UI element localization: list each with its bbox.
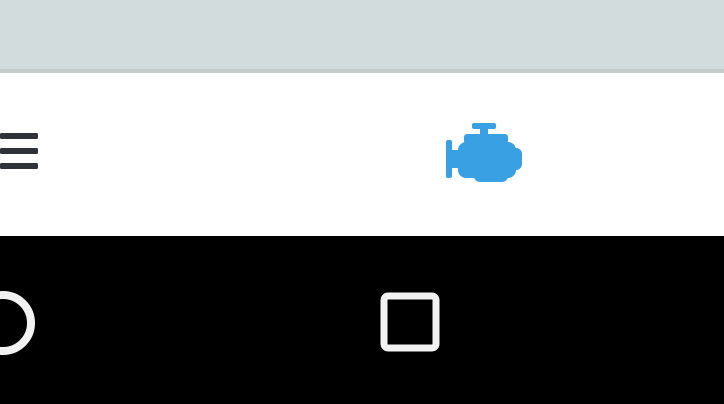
home-button[interactable] — [0, 290, 36, 356]
screen — [0, 0, 724, 404]
square-recents-icon — [380, 292, 440, 352]
hamburger-menu-icon — [0, 133, 38, 169]
circle-home-icon — [0, 291, 35, 355]
app-bar — [0, 73, 724, 236]
menu-button[interactable] — [0, 127, 40, 175]
navigation-bar — [0, 236, 724, 404]
recents-button[interactable] — [380, 292, 440, 352]
engine-icon — [444, 120, 532, 188]
status-area — [0, 0, 724, 69]
